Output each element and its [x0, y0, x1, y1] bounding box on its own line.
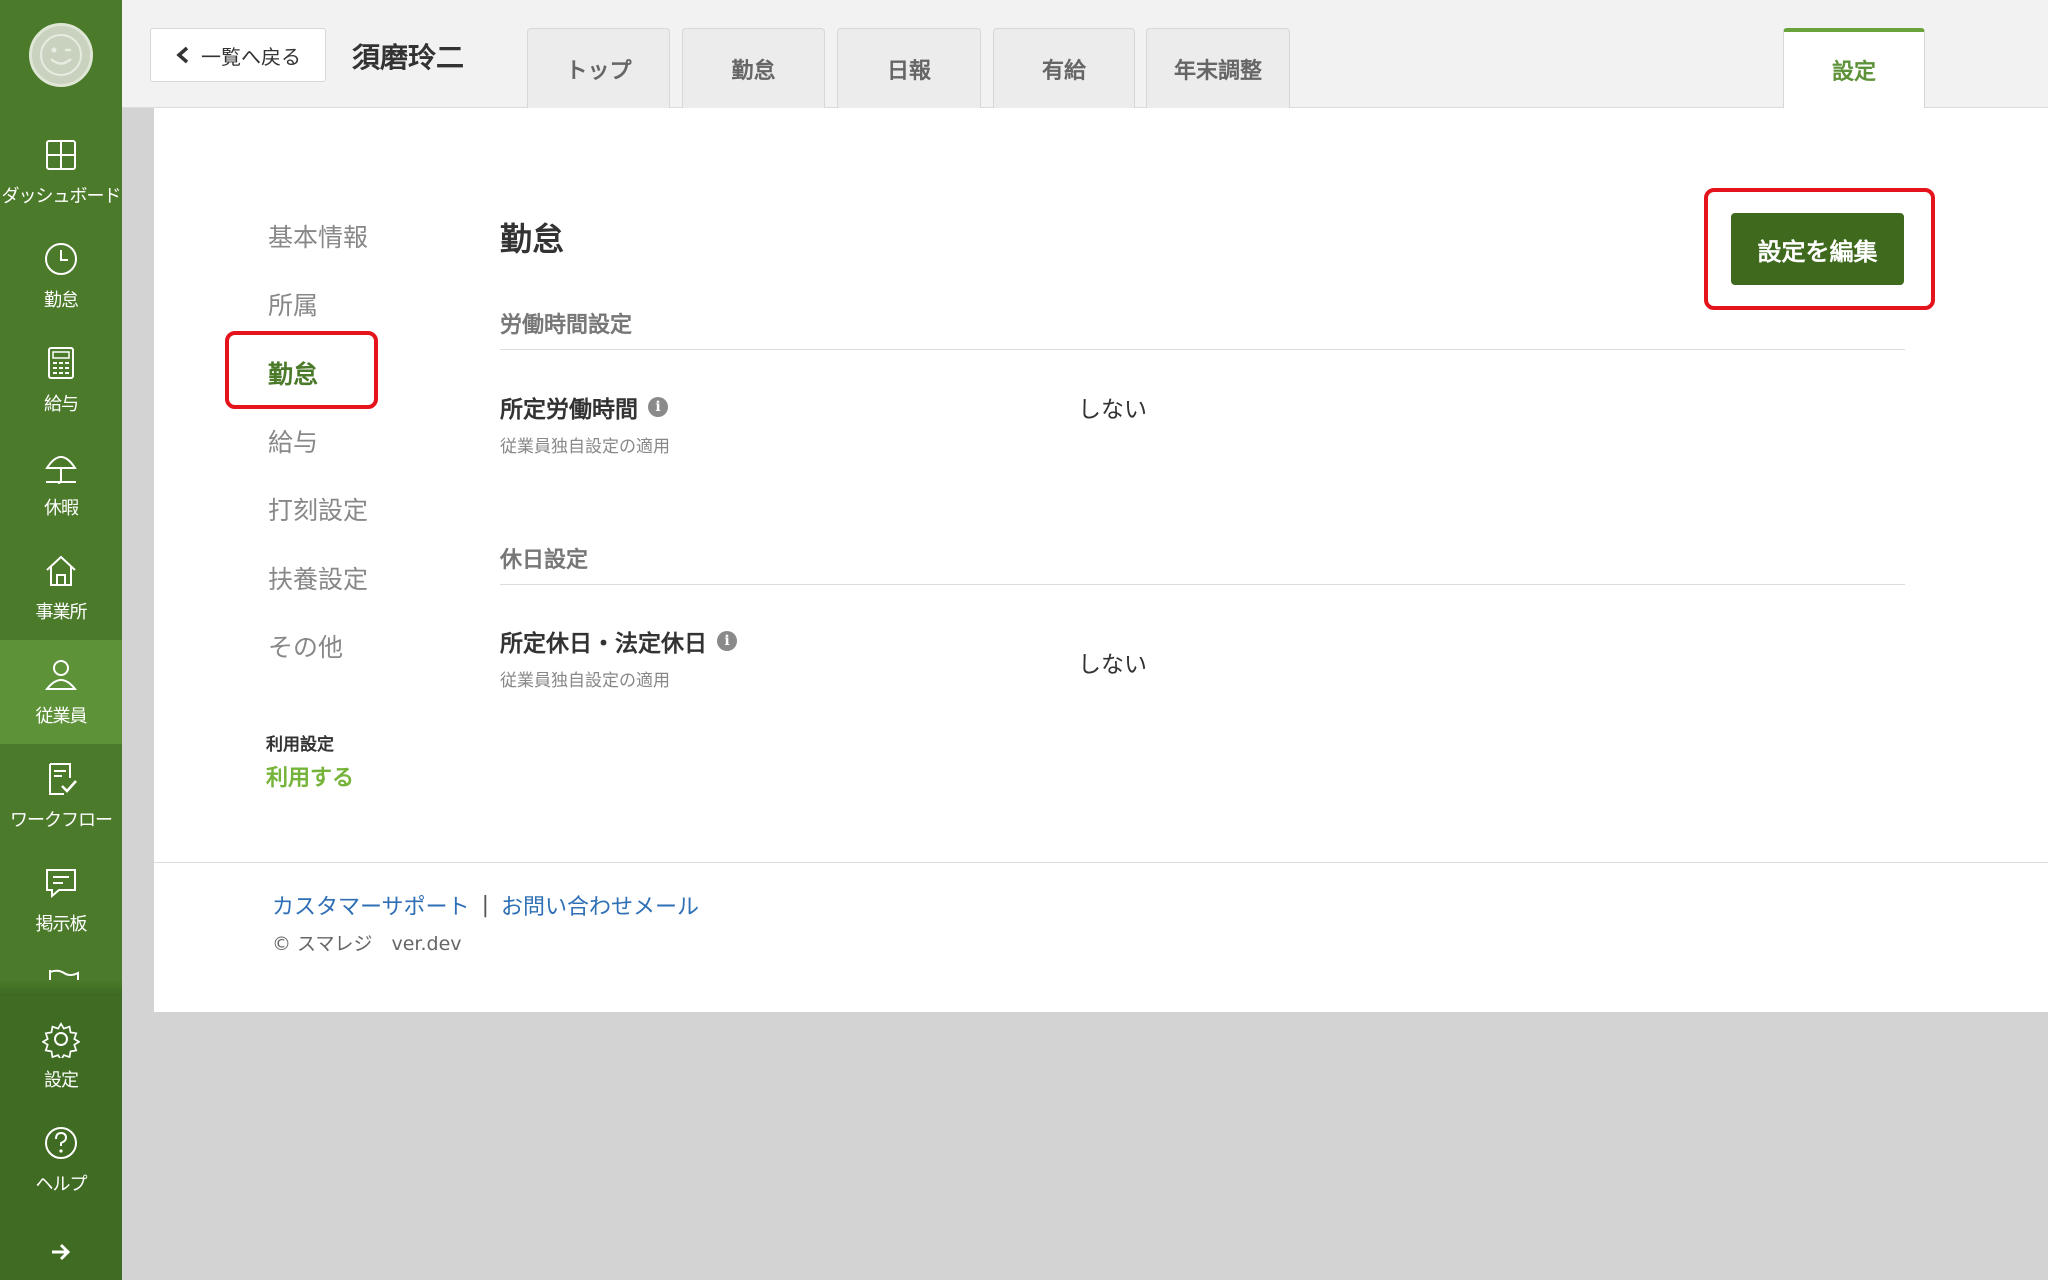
tab-daily-report[interactable]: 日報	[837, 28, 981, 108]
sidebar-bottom: 設定 ヘルプ	[0, 996, 122, 1280]
sidebar-item-help[interactable]: ヘルプ	[0, 1108, 122, 1212]
back-button-label: 一覧へ戻る	[201, 44, 301, 69]
tab-settings[interactable]: 設定	[1783, 28, 1925, 108]
sidebar-item-label: ヘルプ	[35, 1174, 88, 1195]
divider	[500, 584, 1905, 585]
row-sub-scheduled-hours: 従業員独自設定の適用	[500, 437, 670, 457]
subnav-other[interactable]: その他	[268, 628, 343, 664]
footer: カスタマーサポート | お問い合わせメール © スマレジ ver.dev	[154, 862, 2048, 1012]
info-icon[interactable]: i	[717, 631, 737, 651]
message-icon	[46, 869, 76, 899]
highlight-edit-button	[1704, 188, 1935, 310]
gear-icon	[42, 1022, 80, 1058]
row-label-text: 所定労働時間	[500, 397, 638, 423]
subnav-payroll[interactable]: 給与	[268, 423, 318, 459]
section-title: 勤怠	[500, 220, 565, 258]
divider	[500, 349, 1905, 350]
calculator-icon	[48, 347, 74, 379]
row-sub-holidays: 従業員独自設定の適用	[500, 671, 670, 691]
smiley-icon	[40, 34, 82, 76]
sidebar: ダッシュボード 勤怠 給与 休暇 事業所 従業員 ワークフロー 掲示板 設定 ヘ…	[0, 0, 122, 1280]
sidebar-item-label: 休暇	[44, 498, 79, 519]
info-icon[interactable]: i	[648, 397, 668, 417]
sidebar-item-attendance[interactable]: 勤怠	[0, 224, 122, 328]
footer-links: カスタマーサポート | お問い合わせメール	[272, 889, 699, 921]
sidebar-item-payroll[interactable]: 給与	[0, 328, 122, 432]
sidebar-item-label: 給与	[44, 394, 79, 415]
usage-setting-label: 利用設定	[266, 735, 334, 755]
tab-year-end-adjustment[interactable]: 年末調整	[1146, 28, 1290, 108]
person-icon	[44, 660, 78, 690]
row-value-scheduled-hours: しない	[1078, 397, 1147, 423]
subnav-affiliation[interactable]: 所属	[268, 286, 318, 322]
sidebar-item-label: 勤怠	[44, 290, 79, 311]
sidebar-item-label: 掲示板	[35, 914, 88, 935]
tab-attendance[interactable]: 勤怠	[682, 28, 825, 108]
customer-support-link[interactable]: カスタマーサポート	[272, 889, 470, 921]
gutter	[122, 0, 154, 1012]
sidebar-expand-button[interactable]	[0, 1232, 122, 1272]
tab-paid-leave[interactable]: 有給	[993, 28, 1135, 108]
subnav-punch-settings[interactable]: 打刻設定	[268, 491, 368, 527]
employee-name: 須磨玲二	[352, 41, 465, 74]
sidebar-item-label: ワークフロー	[10, 810, 113, 831]
sidebar-item-label: 設定	[44, 1070, 79, 1091]
group-title-working-hours: 労働時間設定	[500, 313, 633, 338]
arrow-right-icon	[52, 1243, 71, 1261]
workflow-icon	[49, 763, 77, 795]
row-label-scheduled-hours: 所定労働時間 i	[500, 390, 668, 424]
help-icon	[45, 1127, 77, 1159]
umbrella-icon	[45, 456, 77, 484]
avatar-area	[0, 0, 122, 110]
sidebar-item-dashboard[interactable]: ダッシュボード	[0, 120, 122, 224]
row-label-holidays: 所定休日・法定休日 i	[500, 624, 737, 658]
sidebar-item-label: 事業所	[35, 602, 88, 623]
sidebar-item-label: 従業員	[35, 706, 88, 727]
contact-mail-link[interactable]: お問い合わせメール	[501, 889, 699, 921]
sidebar-item-settings[interactable]: 設定	[0, 1004, 122, 1108]
row-label-text: 所定休日・法定休日	[500, 631, 707, 657]
sidebar-item-label: ダッシュボード	[1, 186, 122, 207]
subnav-basic-info[interactable]: 基本情報	[268, 218, 368, 254]
avatar[interactable]	[29, 23, 93, 87]
footer-separator: |	[481, 892, 489, 918]
copyright: © スマレジ ver.dev	[272, 933, 462, 955]
row-value-holidays: しない	[1078, 652, 1147, 678]
home-icon	[46, 555, 76, 586]
subnav-dependents[interactable]: 扶養設定	[268, 560, 368, 596]
sidebar-item-employees[interactable]: 従業員	[0, 640, 122, 744]
group-title-holidays: 休日設定	[500, 548, 589, 573]
usage-setting-value: 利用する	[266, 766, 355, 791]
sidebar-item-office[interactable]: 事業所	[0, 536, 122, 640]
tab-top[interactable]: トップ	[527, 28, 670, 108]
sidebar-item-workflow[interactable]: ワークフロー	[0, 744, 122, 848]
highlight-subnav-attendance	[225, 331, 378, 409]
dashboard-icon	[46, 140, 76, 170]
clock-icon	[45, 243, 77, 275]
sidebar-item-leave[interactable]: 休暇	[0, 432, 122, 536]
chevron-left-icon	[176, 46, 189, 64]
back-to-list-button[interactable]: 一覧へ戻る	[150, 28, 326, 82]
sidebar-item-board[interactable]: 掲示板	[0, 848, 122, 952]
